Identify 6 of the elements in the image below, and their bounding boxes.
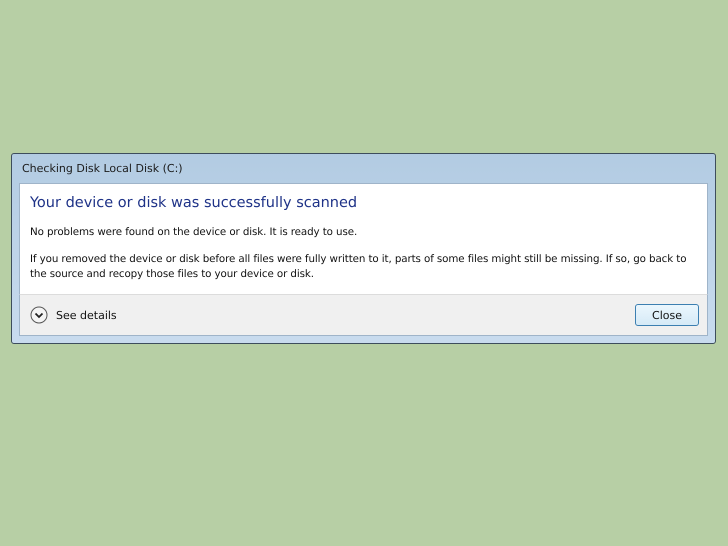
see-details-toggle[interactable]: See details	[30, 306, 117, 324]
message-text: If you removed the device or disk before all files were fully written to it, parts of some files might still be missing. If so, go back to the source and recopy those files to your device or disk.	[30, 252, 688, 282]
close-button[interactable]: Close	[635, 304, 699, 326]
window-title: Checking Disk Local Disk (C:)	[22, 162, 183, 175]
message-text: No problems were found on the device or disk. It is ready to use.	[30, 225, 358, 240]
dialog-heading: Your device or disk was successfully scanned	[30, 195, 358, 211]
